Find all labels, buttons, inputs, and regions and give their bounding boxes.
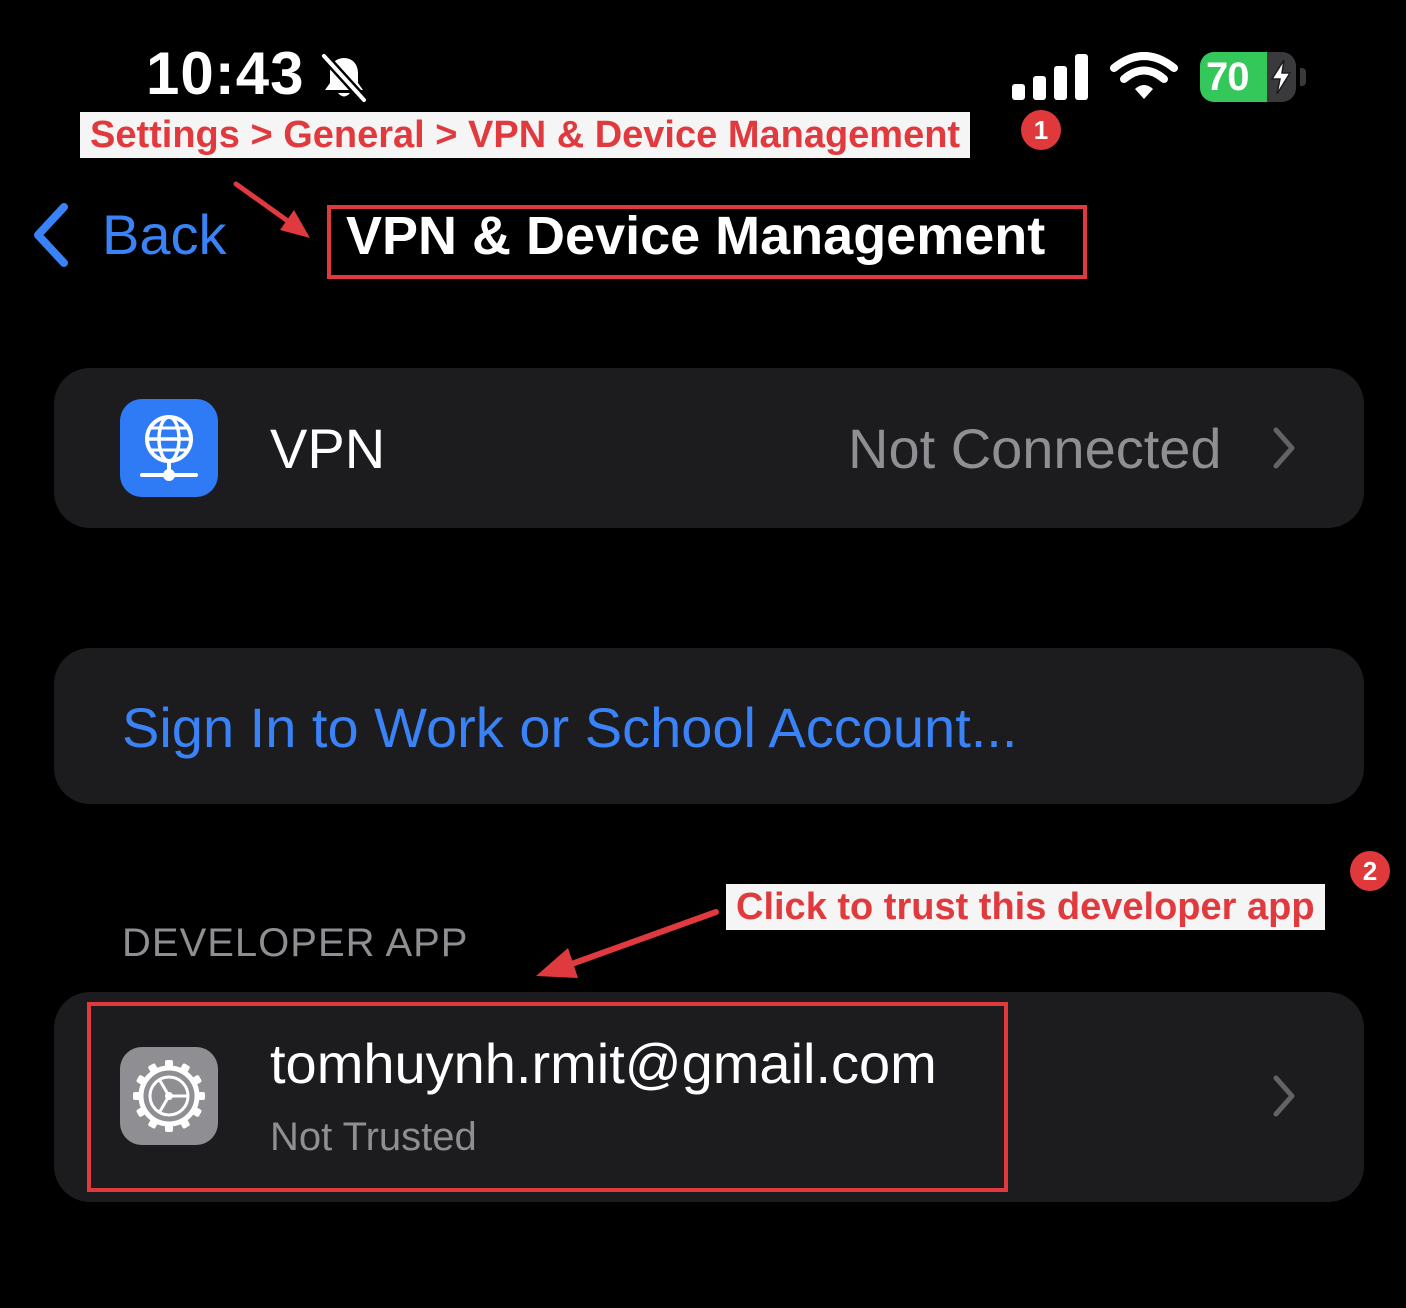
vpn-status: Not Connected <box>848 417 1222 480</box>
annotation-badge-2: 2 <box>1350 851 1390 891</box>
annotation-highlight-developer-app <box>87 1002 1008 1192</box>
chevron-left-icon <box>34 203 68 267</box>
globe-network-icon <box>120 399 218 497</box>
wifi-icon <box>1110 52 1178 99</box>
annotation-step-1: Settings > General > VPN & Device Manage… <box>80 112 971 158</box>
chevron-right-icon <box>1273 427 1295 469</box>
cellular-signal-icon <box>1012 54 1088 100</box>
page-title: VPN & Device Management <box>346 206 1046 266</box>
annotation-badge-1: 1 <box>1021 110 1061 150</box>
back-button[interactable]: Back <box>28 200 227 270</box>
vpn-label: VPN <box>270 417 386 480</box>
battery-indicator: 70 <box>1200 52 1306 102</box>
status-time: 10:43 <box>146 40 305 107</box>
annotation-arrow-2 <box>536 909 719 978</box>
bolt-icon <box>1270 60 1292 94</box>
battery-level: 70 <box>1206 55 1249 99</box>
chevron-right-icon <box>1273 1075 1295 1117</box>
section-header-developer-app: DEVELOPER APP <box>122 921 469 965</box>
annotation-step-2: Click to trust this developer app <box>726 884 1325 930</box>
bell-slash-icon <box>320 52 368 104</box>
annotation-arrow-1 <box>233 181 310 238</box>
sign-in-work-school-link[interactable]: Sign In to Work or School Account... <box>122 698 1017 758</box>
back-label: Back <box>102 203 227 266</box>
